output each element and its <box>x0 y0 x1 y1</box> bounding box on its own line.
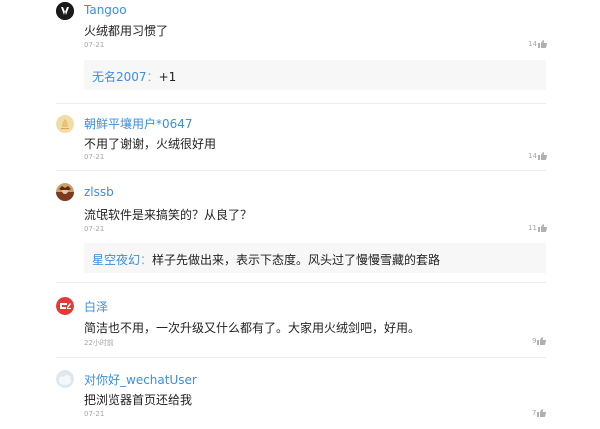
avatar[interactable] <box>56 370 74 388</box>
like-count: 11 <box>528 224 537 232</box>
thumb-up-icon <box>537 224 547 232</box>
like-button[interactable]: 9 <box>532 337 547 345</box>
username[interactable]: 朝鲜平壤用户*0647 <box>84 115 193 132</box>
comment-time: 07-21 <box>84 41 105 49</box>
like-count: 14 <box>528 40 537 48</box>
reply-separator: ： <box>146 70 159 84</box>
comment-time: 07-21 <box>84 153 105 161</box>
avatar[interactable] <box>56 297 74 315</box>
like-button[interactable]: 14 <box>528 40 547 48</box>
reply-separator: ： <box>140 253 153 267</box>
comment-text: 流氓软件是来搞笑的？从良了？ <box>84 208 253 222</box>
divider <box>56 357 546 358</box>
reply-username[interactable]: 无名2007 <box>92 70 147 84</box>
divider <box>56 103 546 104</box>
comment-time: 07-21 <box>84 225 105 233</box>
like-button[interactable]: 11 <box>528 224 547 232</box>
thumb-up-icon <box>537 337 547 345</box>
comment-text: 把浏览器首页还给我 <box>84 393 193 407</box>
like-count: 9 <box>532 337 537 345</box>
username[interactable]: 对你好_wechatUser <box>84 371 197 388</box>
reply-content: +1 <box>158 70 177 84</box>
thumb-up-icon <box>537 40 547 48</box>
reply-box: 星空夜幻：样子先做出来，表示下态度。风头过了慢慢雪藏的套路 <box>84 243 546 273</box>
like-count: 14 <box>528 152 537 160</box>
username[interactable]: Tangoo <box>84 3 127 17</box>
comment-time: 22小时前 <box>84 339 114 347</box>
like-button[interactable]: 7 <box>532 409 547 417</box>
like-button[interactable]: 14 <box>528 152 547 160</box>
comment-time: 07-21 <box>84 410 105 418</box>
comment-text: 火绒都用习惯了 <box>84 24 169 38</box>
avatar[interactable] <box>56 2 74 20</box>
like-count: 7 <box>532 409 537 417</box>
reply-text: 无名2007：+1 <box>92 68 176 85</box>
reply-username[interactable]: 星空夜幻 <box>92 253 140 267</box>
avatar[interactable] <box>56 183 74 201</box>
divider <box>56 170 546 171</box>
avatar[interactable] <box>56 115 74 133</box>
divider <box>56 282 546 283</box>
thumb-up-icon <box>537 409 547 417</box>
username[interactable]: zlssb <box>84 185 114 199</box>
comment-text: 简洁也不用，一次升级又什么都有了。大家用火绒剑吧，好用。 <box>84 321 421 335</box>
username[interactable]: 白泽 <box>84 298 108 315</box>
comment-text: 不用了谢谢，火绒很好用 <box>84 137 217 151</box>
reply-box: 无名2007：+1 <box>84 60 546 90</box>
reply-content: 样子先做出来，表示下态度。风头过了慢慢雪藏的套路 <box>152 253 441 267</box>
reply-text: 星空夜幻：样子先做出来，表示下态度。风头过了慢慢雪藏的套路 <box>92 251 440 268</box>
thumb-up-icon <box>537 152 547 160</box>
